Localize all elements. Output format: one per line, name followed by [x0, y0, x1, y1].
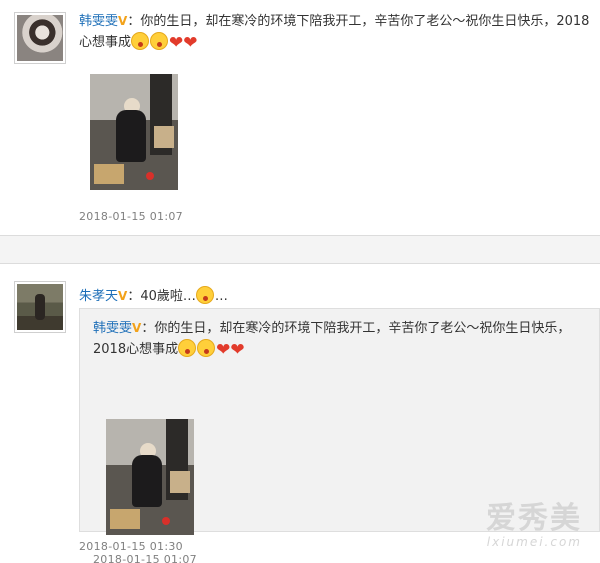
scream-emoji-icon [178, 339, 197, 357]
verified-badge-icon: V [132, 321, 142, 335]
repost-timestamp[interactable]: 2018-01-15 01:07 [93, 553, 197, 563]
verified-badge-icon: V [118, 14, 128, 28]
heart-icon: ❤ [169, 33, 184, 53]
avatar[interactable] [14, 281, 66, 333]
post-text-suffix: … [214, 289, 228, 304]
post-content: 韩雯雯V：你的生日，却在寒冷的环境下陪我开工，辛苦你了老公～祝你生日快乐，201… [79, 11, 594, 53]
repost-author-link[interactable]: 韩雯雯 [93, 321, 132, 336]
post-content: 朱孝天V：40歲啦… … [79, 286, 228, 307]
avatar[interactable] [14, 12, 66, 64]
heart-icon: ❤ [216, 340, 231, 360]
watermark-url: lxiumei.com [486, 535, 582, 549]
crying-emoji-icon [195, 286, 214, 304]
author-name-link[interactable]: 韩雯雯 [79, 14, 118, 29]
photo-chair [170, 471, 190, 493]
post-timestamp[interactable]: 2018-01-15 01:30 [79, 540, 183, 553]
heart-icon: ❤ [183, 33, 198, 53]
photo-heart [146, 172, 154, 180]
scream-emoji-icon [197, 339, 216, 357]
site-watermark: 爱秀美 lxiumei.com [486, 501, 582, 550]
photo-person [132, 455, 162, 507]
watermark-logo-text: 爱秀美 [486, 501, 582, 536]
scream-emoji-icon [131, 32, 150, 50]
repost-photo[interactable] [106, 419, 194, 535]
post-timestamp[interactable]: 2018-01-15 01:07 [79, 210, 183, 223]
photo-box [110, 509, 140, 529]
feed-divider [0, 236, 600, 264]
repost-text: ：你的生日，却在寒冷的环境下陪我开工，辛苦你了老公～祝你生日快乐，2018心想事… [93, 321, 571, 357]
scream-emoji-icon [150, 32, 169, 50]
photo-heart [162, 517, 170, 525]
photo-person [116, 110, 146, 162]
author-name-link[interactable]: 朱孝天 [79, 289, 118, 304]
photo-box [94, 164, 124, 184]
repost-content: 韩雯雯V：你的生日，却在寒冷的环境下陪我开工，辛苦你了老公～祝你生日快乐，201… [93, 318, 593, 360]
avatar-image [17, 15, 63, 61]
post-text: ：40歲啦… [127, 289, 196, 304]
weibo-post: 韩雯雯V：你的生日，却在寒冷的环境下陪我开工，辛苦你了老公～祝你生日快乐，201… [0, 0, 600, 236]
post-photo[interactable] [90, 74, 178, 190]
avatar-image [17, 284, 63, 330]
heart-icon: ❤ [230, 340, 245, 360]
reposted-weibo[interactable]: 韩雯雯V：你的生日，却在寒冷的环境下陪我开工，辛苦你了老公～祝你生日快乐，201… [79, 308, 600, 563]
verified-badge-icon: V [118, 289, 128, 303]
photo-chair [154, 126, 174, 148]
